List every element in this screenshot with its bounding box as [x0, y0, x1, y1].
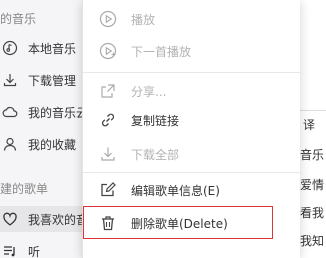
menu-divider — [83, 72, 301, 73]
menu-item-copy-link[interactable]: 复制链接 — [83, 103, 301, 137]
play-next-icon — [99, 42, 117, 60]
heart-icon — [2, 211, 18, 227]
list-item[interactable]: 看我 — [300, 204, 324, 221]
list-item[interactable]: 音乐 — [300, 146, 324, 163]
sidebar-item-label: 下载管理 — [28, 73, 77, 88]
list-item[interactable]: 我知 — [300, 232, 324, 249]
menu-item-delete-playlist[interactable]: 删除歌单(Delete) — [83, 206, 301, 240]
sidebar-item-label: 我的音乐云 — [28, 105, 89, 120]
sidebar-item-label: 听 — [28, 244, 41, 258]
menu-item-label: 删除歌单(Delete) — [131, 216, 228, 231]
playlist-context-menu: 播放 下一首播放 分享... 复制链接 下载全部 编辑歌单信息(E) 删除歌单(… — [82, 0, 301, 258]
sidebar-item-label: 我的收藏 — [28, 137, 77, 152]
menu-item-play-next[interactable]: 下一首播放 — [83, 34, 301, 68]
sidebar-item-label: 我喜欢的音 — [28, 212, 89, 227]
menu-item-label: 播放 — [131, 12, 156, 27]
menu-item-label: 分享... — [131, 84, 167, 99]
trash-icon — [99, 214, 117, 232]
menu-item-label: 编辑歌单信息(E) — [131, 183, 220, 198]
menu-item-label: 复制链接 — [131, 113, 180, 128]
cloud-icon — [2, 104, 18, 120]
sidebar-item-label: 本地音乐 — [28, 41, 77, 56]
link-icon — [99, 111, 117, 129]
section-playlists-header: 创建的歌单 — [0, 182, 49, 196]
share-icon — [99, 82, 117, 100]
playlist-icon — [2, 243, 18, 258]
menu-item-label: 下一首播放 — [131, 44, 192, 59]
menu-item-edit-playlist-info[interactable]: 编辑歌单信息(E) — [83, 173, 301, 207]
section-my-music-header: 我的音乐 — [0, 12, 37, 26]
menu-item-download-all[interactable]: 下载全部 — [83, 137, 301, 171]
menu-item-label: 下载全部 — [131, 147, 180, 162]
music-note-icon — [2, 40, 18, 56]
download-icon — [99, 145, 117, 163]
download-icon — [2, 72, 18, 88]
menu-item-play[interactable]: 播放 — [83, 2, 301, 36]
edit-icon — [99, 181, 117, 199]
play-icon — [99, 10, 117, 28]
list-item[interactable]: 爱情 — [300, 176, 324, 193]
user-icon — [2, 136, 18, 152]
